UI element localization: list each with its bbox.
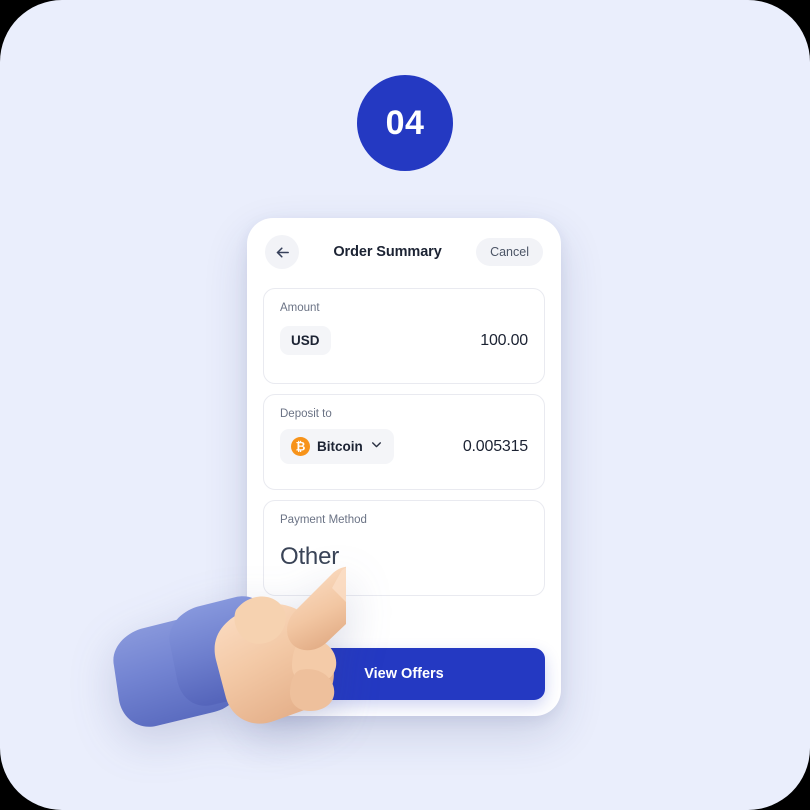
page-title: Order Summary — [333, 244, 442, 260]
deposit-row: ₿ Bitcoin 0.005315 — [280, 421, 528, 473]
currency-pill-label: USD — [291, 332, 320, 348]
cancel-button[interactable]: Cancel — [476, 237, 543, 267]
amount-row: USD 100.00 — [280, 315, 528, 367]
back-button[interactable] — [265, 235, 299, 269]
chevron-down-icon — [370, 438, 383, 455]
deposit-card: Deposit to ₿ Bitcoin 0.005315 — [263, 394, 545, 490]
pointing-hand-icon — [113, 566, 346, 727]
illustration-canvas: 04 Order Summary Cancel Amount USD 100.0… — [0, 0, 810, 810]
bitcoin-glyph: ₿ — [295, 439, 306, 453]
payment-method-label: Payment Method — [280, 514, 367, 526]
deposit-value: 0.005315 — [462, 437, 528, 455]
step-number: 04 — [385, 104, 425, 142]
currency-pill-usd[interactable]: USD — [280, 325, 331, 356]
arrow-left-icon — [274, 244, 291, 261]
crypto-selector-label: Bitcoin — [317, 438, 363, 454]
pointing-hand-illustration — [96, 548, 346, 758]
app-header: Order Summary Cancel — [247, 218, 561, 286]
bitcoin-icon: ₿ — [291, 437, 310, 456]
step-badge: 04 — [357, 75, 453, 171]
amount-card: Amount USD 100.00 — [263, 288, 545, 384]
deposit-label: Deposit to — [280, 408, 332, 420]
crypto-selector-bitcoin[interactable]: ₿ Bitcoin — [280, 429, 394, 464]
amount-value: 100.00 — [480, 331, 528, 349]
amount-label: Amount — [280, 302, 320, 314]
